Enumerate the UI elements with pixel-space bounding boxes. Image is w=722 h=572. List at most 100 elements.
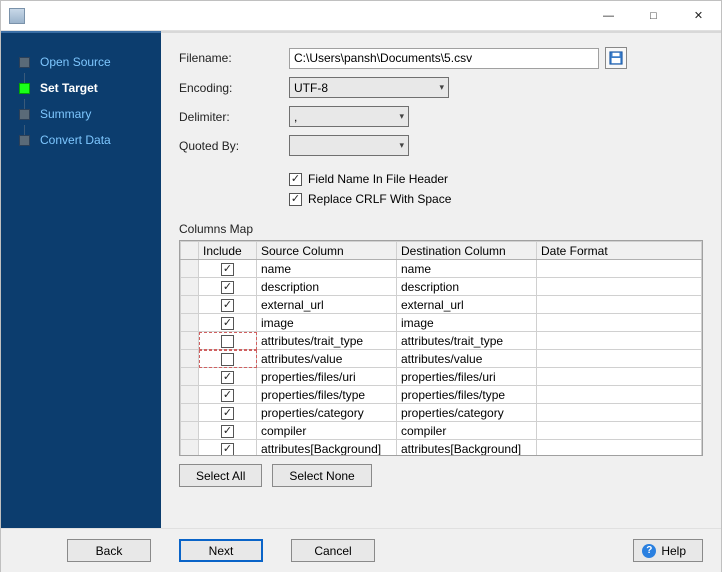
include-cell[interactable] (199, 404, 257, 422)
step-label: Open Source (40, 55, 111, 69)
row-header (181, 368, 199, 386)
step-label: Summary (40, 107, 91, 121)
close-button[interactable]: ✕ (676, 1, 721, 31)
filename-input[interactable] (289, 48, 599, 69)
next-button[interactable]: Next (179, 539, 263, 562)
table-row[interactable]: descriptiondescription (181, 278, 702, 296)
table-row[interactable]: compilercompiler (181, 422, 702, 440)
date-cell[interactable] (537, 350, 702, 368)
fieldname-checkbox[interactable] (289, 173, 302, 186)
source-cell[interactable]: external_url (257, 296, 397, 314)
wizard-step[interactable]: Summary (1, 101, 161, 127)
include-cell[interactable] (199, 278, 257, 296)
include-cell[interactable] (199, 386, 257, 404)
col-header-date[interactable]: Date Format (537, 242, 702, 260)
table-row[interactable]: properties/files/uriproperties/files/uri (181, 368, 702, 386)
source-cell[interactable]: image (257, 314, 397, 332)
quoted-select[interactable]: ▾ (289, 135, 409, 156)
date-cell[interactable] (537, 314, 702, 332)
include-checkbox[interactable] (221, 407, 234, 420)
row-header (181, 422, 199, 440)
date-cell[interactable] (537, 422, 702, 440)
date-cell[interactable] (537, 386, 702, 404)
browse-file-button[interactable] (605, 47, 627, 69)
include-cell[interactable] (199, 260, 257, 278)
dest-cell[interactable]: attributes/value (397, 350, 537, 368)
include-cell[interactable] (199, 296, 257, 314)
crlf-checkbox-label: Replace CRLF With Space (308, 192, 451, 206)
dest-cell[interactable]: external_url (397, 296, 537, 314)
minimize-button[interactable]: — (586, 1, 631, 31)
dest-cell[interactable]: attributes/trait_type (397, 332, 537, 350)
include-cell[interactable] (199, 368, 257, 386)
columns-map-table: Include Source Column Destination Column… (179, 240, 703, 456)
table-row[interactable]: namename (181, 260, 702, 278)
date-cell[interactable] (537, 260, 702, 278)
source-cell[interactable]: properties/category (257, 404, 397, 422)
include-cell[interactable] (199, 350, 257, 368)
include-cell[interactable] (199, 314, 257, 332)
include-cell[interactable] (199, 422, 257, 440)
select-none-button[interactable]: Select None (272, 464, 371, 487)
source-cell[interactable]: attributes[Background] (257, 440, 397, 457)
wizard-step[interactable]: Convert Data (1, 127, 161, 153)
date-cell[interactable] (537, 404, 702, 422)
include-cell[interactable] (199, 332, 257, 350)
include-checkbox[interactable] (221, 425, 234, 438)
select-all-button[interactable]: Select All (179, 464, 262, 487)
col-header-dest[interactable]: Destination Column (397, 242, 537, 260)
date-cell[interactable] (537, 332, 702, 350)
fieldname-checkbox-label: Field Name In File Header (308, 172, 448, 186)
include-checkbox[interactable] (221, 335, 234, 348)
dest-cell[interactable]: compiler (397, 422, 537, 440)
dest-cell[interactable]: name (397, 260, 537, 278)
date-cell[interactable] (537, 296, 702, 314)
back-button[interactable]: Back (67, 539, 151, 562)
date-cell[interactable] (537, 368, 702, 386)
dest-cell[interactable]: properties/category (397, 404, 537, 422)
table-row[interactable]: attributes/valueattributes/value (181, 350, 702, 368)
titlebar: — □ ✕ (1, 1, 721, 31)
help-button[interactable]: ? Help (633, 539, 703, 562)
dest-cell[interactable]: image (397, 314, 537, 332)
include-checkbox[interactable] (221, 353, 234, 366)
source-cell[interactable]: properties/files/type (257, 386, 397, 404)
app-icon (9, 8, 25, 24)
dest-cell[interactable]: properties/files/type (397, 386, 537, 404)
include-checkbox[interactable] (221, 389, 234, 402)
table-row[interactable]: attributes/trait_typeattributes/trait_ty… (181, 332, 702, 350)
dest-cell[interactable]: attributes[Background] (397, 440, 537, 457)
include-checkbox[interactable] (221, 281, 234, 294)
delimiter-select[interactable]: , ▾ (289, 106, 409, 127)
col-header-source[interactable]: Source Column (257, 242, 397, 260)
include-cell[interactable] (199, 440, 257, 457)
include-checkbox[interactable] (221, 371, 234, 384)
dest-cell[interactable]: description (397, 278, 537, 296)
cancel-button[interactable]: Cancel (291, 539, 375, 562)
source-cell[interactable]: name (257, 260, 397, 278)
table-row[interactable]: imageimage (181, 314, 702, 332)
include-checkbox[interactable] (221, 317, 234, 330)
source-cell[interactable]: description (257, 278, 397, 296)
dest-cell[interactable]: properties/files/uri (397, 368, 537, 386)
wizard-step[interactable]: Open Source (1, 49, 161, 75)
col-header-include[interactable]: Include (199, 242, 257, 260)
date-cell[interactable] (537, 278, 702, 296)
table-row[interactable]: attributes[Background]attributes[Backgro… (181, 440, 702, 457)
crlf-checkbox[interactable] (289, 193, 302, 206)
include-checkbox[interactable] (221, 443, 234, 456)
encoding-select[interactable]: UTF-8 ▾ (289, 77, 449, 98)
source-cell[interactable]: properties/files/uri (257, 368, 397, 386)
row-header (181, 440, 199, 457)
include-checkbox[interactable] (221, 263, 234, 276)
include-checkbox[interactable] (221, 299, 234, 312)
wizard-step[interactable]: Set Target (1, 75, 161, 101)
table-row[interactable]: external_urlexternal_url (181, 296, 702, 314)
table-row[interactable]: properties/files/typeproperties/files/ty… (181, 386, 702, 404)
maximize-button[interactable]: □ (631, 1, 676, 31)
date-cell[interactable] (537, 440, 702, 457)
source-cell[interactable]: attributes/trait_type (257, 332, 397, 350)
source-cell[interactable]: attributes/value (257, 350, 397, 368)
source-cell[interactable]: compiler (257, 422, 397, 440)
table-row[interactable]: properties/categoryproperties/category (181, 404, 702, 422)
